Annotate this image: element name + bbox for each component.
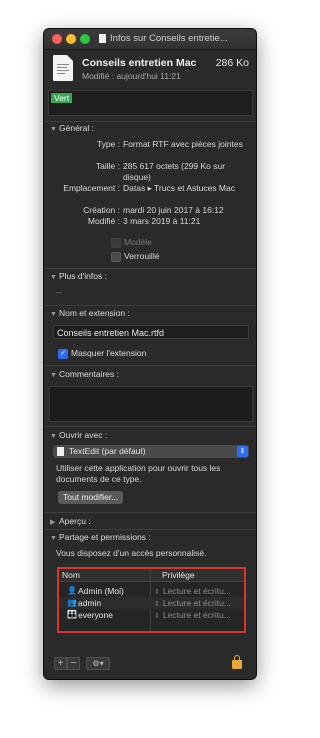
disclosure-open-icon[interactable]: ▼ [50,311,59,318]
disclosure-open-icon[interactable]: ▼ [50,274,59,281]
tag-green[interactable]: Vert [51,93,73,103]
info-window: Infos sur Conseils entretie... Conseils … [44,29,256,679]
updown-icon: ⇕ [154,589,160,596]
change-all-button[interactable]: Tout modifier... [58,491,124,504]
hide-extension-checkbox[interactable]: ✓ [58,349,68,359]
lock-icon[interactable] [232,655,242,669]
hide-extension-label: Masquer l'extension [71,348,147,358]
add-button[interactable]: + [54,657,67,670]
created-label: Création : [83,205,120,215]
user-name: everyone [78,610,113,620]
size-value: 285 617 octets (299 Ko sur disque) [123,161,226,182]
action-gear-button[interactable]: ⚙▾ [86,657,110,670]
divider [44,512,256,513]
window-title: Infos sur Conseils entretie... [110,33,228,44]
table-row[interactable]: 👪 everyone ⇕ Lecture et écritu... [59,609,244,621]
filename-input[interactable]: Conseils entretien Mac.rtfd [53,325,249,339]
divider [44,365,256,366]
created-value: mardi 20 juin 2017 à 16:12 [123,205,224,215]
modified-date: Modifié : aujourd'hui 11:21 [82,71,181,81]
everyone-icon: 👪 [67,610,77,619]
disclosure-closed-icon[interactable]: ▶ [50,518,59,526]
file-size: 286 Ko [215,57,249,69]
sharing-info: Vous disposez d'un accès personnalisé. [56,548,207,558]
user-icon: 👤 [67,586,77,595]
modele-checkbox[interactable] [111,238,121,248]
disclosure-open-icon[interactable]: ▼ [50,372,59,379]
location-value: Datas ▸ Trucs et Astuces Mac [123,183,235,193]
file-name: Conseils entretien Mac [82,57,197,69]
verrouille-label: Verrouillé [124,251,160,261]
type-label: Type : [96,139,120,149]
divider [44,268,256,269]
section-open-with-header[interactable]: ▼ Ouvrir avec : [50,430,107,440]
disclosure-open-icon[interactable]: ▼ [50,433,59,440]
modified-value: 3 mars 2019 à 11:21 [123,216,201,226]
rtfd-file-icon [53,55,73,81]
column-header-name[interactable]: Nom [59,569,150,582]
group-icon: 👥 [67,598,77,607]
updown-icon: ⇕ [154,601,160,608]
open-with-select[interactable]: TextEdit (par défaut) ⇕ [53,445,249,458]
textedit-icon [57,447,64,456]
permissions-toolbar: + − ⚙▾ [54,657,112,671]
section-name-extension-header[interactable]: ▼ Nom et extension : [50,308,130,318]
close-button[interactable] [52,34,62,44]
open-with-app: TextEdit (par défaut) [69,446,146,456]
section-general-header[interactable]: ▼ Général : [50,123,94,133]
section-sharing-header[interactable]: ▼ Partage et permissions : [50,532,151,542]
chevron-updown-icon[interactable]: ⇕ [237,446,248,457]
section-preview-header[interactable]: ▶ Aperçu : [50,516,91,526]
updown-icon: ⇕ [154,613,160,620]
section-more-info-header[interactable]: ▼ Plus d'infos : [50,271,107,281]
privilege-select[interactable]: ⇕ Lecture et écritu... [154,609,231,623]
disclosure-open-icon[interactable]: ▼ [50,126,59,133]
divider [44,121,256,122]
size-label: Taille : [95,161,120,171]
remove-button[interactable]: − [67,657,80,670]
modele-label: Modèle [124,237,152,247]
divider [44,529,256,530]
divider [44,305,256,306]
document-icon [99,34,106,43]
table-row[interactable]: 👥 admin ⇕ Lecture et écritu... [59,597,244,609]
open-with-description: Utiliser cette application pour ouvrir t… [56,463,221,484]
section-comments-header[interactable]: ▼ Commentaires : [50,369,119,379]
disclosure-open-icon[interactable]: ▼ [50,535,59,542]
title-bar[interactable]: Infos sur Conseils entretie... [44,29,256,50]
tags-field[interactable]: Vert [48,90,253,116]
zoom-button[interactable] [80,34,90,44]
user-name: Admin (Moi) [78,586,124,596]
location-label: Emplacement : [63,183,120,193]
verrouille-checkbox[interactable] [111,252,121,262]
table-row[interactable]: 👤 Admin (Moi) ⇕ Lecture et écritu... [59,585,244,597]
more-info-value: -- [56,287,62,297]
modified-label: Modifié : [87,216,120,226]
permissions-table: Nom Privilège 👤 Admin (Moi) ⇕ Lecture et … [57,567,246,633]
column-header-privilege[interactable]: Privilège [151,569,244,582]
divider [44,426,256,427]
comments-textarea[interactable] [49,386,253,422]
user-name: admin [78,598,102,608]
type-value: Format RTF avec pièces jointes [123,139,243,149]
minimize-button[interactable] [66,34,76,44]
